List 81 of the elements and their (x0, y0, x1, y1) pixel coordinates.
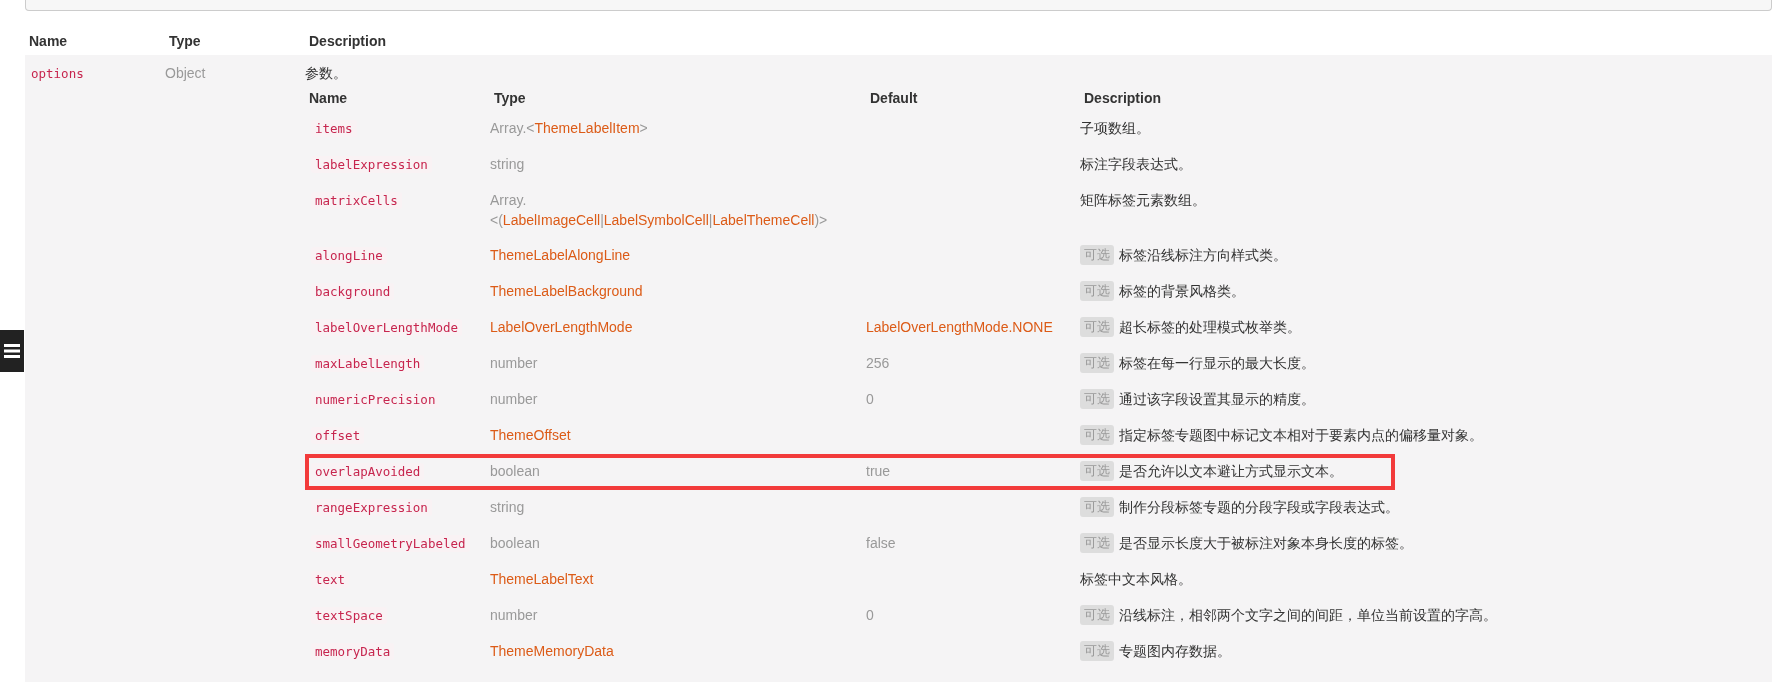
optional-badge: 可选 (1080, 389, 1114, 409)
type-link[interactable]: LabelOverLengthMode.NONE (866, 319, 1053, 335)
param-description: 是否显示长度大于被标注对象本身长度的标签。 (1119, 534, 1413, 553)
type-link[interactable]: ThemeLabelItem (534, 120, 640, 136)
type-text: number (490, 355, 538, 371)
column-header: Name (28, 32, 69, 51)
type-link[interactable]: LabelSymbolCell (603, 212, 709, 228)
type-link[interactable]: ThemeOffset (490, 427, 571, 443)
param-name: rangeExpression (311, 499, 432, 516)
type-text: > (639, 120, 648, 136)
param-name: text (311, 571, 350, 588)
column-header: Description (1083, 89, 1162, 108)
type-text: 0 (866, 391, 874, 407)
type-text: boolean (490, 535, 540, 551)
optional-badge: 可选 (1080, 533, 1114, 553)
type-text: <( (490, 212, 503, 228)
param-description: 专题图内存数据。 (1119, 642, 1231, 661)
param-name: background (311, 283, 395, 300)
optional-badge: 可选 (1080, 605, 1114, 625)
type-text: 256 (866, 355, 890, 371)
param-name: matrixCells (311, 192, 402, 209)
param-name: overlapAvoided (311, 463, 425, 480)
type-text: Array.< (490, 120, 535, 136)
param-description: 是否允许以文本避让方式显示文本。 (1119, 462, 1343, 481)
param-type: Object (165, 64, 207, 83)
param-description: 参数。 (305, 64, 348, 83)
type-link[interactable]: ThemeLabelText (490, 571, 594, 587)
type-link[interactable]: LabelOverLengthMode (490, 319, 633, 335)
menu-icon[interactable] (0, 330, 24, 372)
column-header: Type (168, 32, 202, 51)
column-header: Type (493, 89, 527, 108)
optional-badge: 可选 (1080, 317, 1114, 337)
type-link[interactable]: ThemeMemoryData (490, 643, 614, 659)
type-text: number (490, 607, 538, 623)
param-name: options (30, 65, 85, 82)
type-text: false (866, 535, 896, 551)
param-description: 指定标签专题图中标记文本相对于要素内点的偏移量对象。 (1119, 426, 1483, 445)
param-name: numericPrecision (311, 391, 440, 408)
type-text: string (490, 499, 525, 515)
optional-badge: 可选 (1080, 245, 1114, 265)
type-text: number (490, 391, 538, 407)
type-link[interactable]: ThemeLabelBackground (490, 283, 643, 299)
param-name: maxLabelLength (311, 355, 425, 372)
column-header: Description (308, 32, 387, 51)
param-name: offset (311, 427, 365, 444)
type-text: )> (814, 212, 828, 228)
param-description: 通过该字段设置其显示的精度。 (1119, 390, 1315, 409)
param-name: alongLine (311, 247, 387, 264)
param-name: labelOverLengthMode (311, 319, 462, 336)
column-header: Name (308, 89, 349, 108)
optional-badge: 可选 (1080, 353, 1114, 373)
type-text: Array. (490, 192, 527, 208)
param-description: 标签沿线标注方向样式类。 (1119, 246, 1287, 265)
optional-badge: 可选 (1080, 641, 1114, 661)
type-text: boolean (490, 463, 540, 479)
param-description: 标签中文本风格。 (1080, 570, 1192, 589)
param-description: 沿线标注，相邻两个文字之间的间距，单位当前设置的字高。 (1119, 606, 1497, 625)
param-description: 标注字段表达式。 (1080, 155, 1192, 174)
param-name: textSpace (311, 607, 387, 624)
param-name: labelExpression (311, 156, 432, 173)
column-header: Default (869, 89, 919, 108)
type-text: true (866, 463, 891, 479)
param-name: items (311, 120, 357, 137)
type-text: | (600, 212, 604, 228)
param-name: smallGeometryLabeled (311, 535, 470, 552)
type-link[interactable]: ThemeLabelAlongLine (490, 247, 631, 263)
type-text: string (490, 156, 525, 172)
optional-badge: 可选 (1080, 461, 1114, 481)
optional-badge: 可选 (1080, 497, 1114, 517)
type-text: | (708, 212, 713, 228)
param-description: 矩阵标签元素数组。 (1080, 191, 1206, 210)
param-description: 子项数组。 (1080, 119, 1150, 138)
type-link[interactable]: LabelThemeCell (712, 212, 815, 228)
optional-badge: 可选 (1080, 425, 1114, 445)
param-name: memoryData (311, 643, 395, 660)
param-description: 制作分段标签专题的分段字段或字段表达式。 (1119, 498, 1399, 517)
optional-badge: 可选 (1080, 281, 1114, 301)
param-description: 标签在每一行显示的最大长度。 (1119, 354, 1315, 373)
param-description: 标签的背景风格类。 (1119, 282, 1245, 301)
type-text: 0 (866, 607, 874, 623)
param-description: 超长标签的处理模式枚举类。 (1119, 318, 1301, 337)
